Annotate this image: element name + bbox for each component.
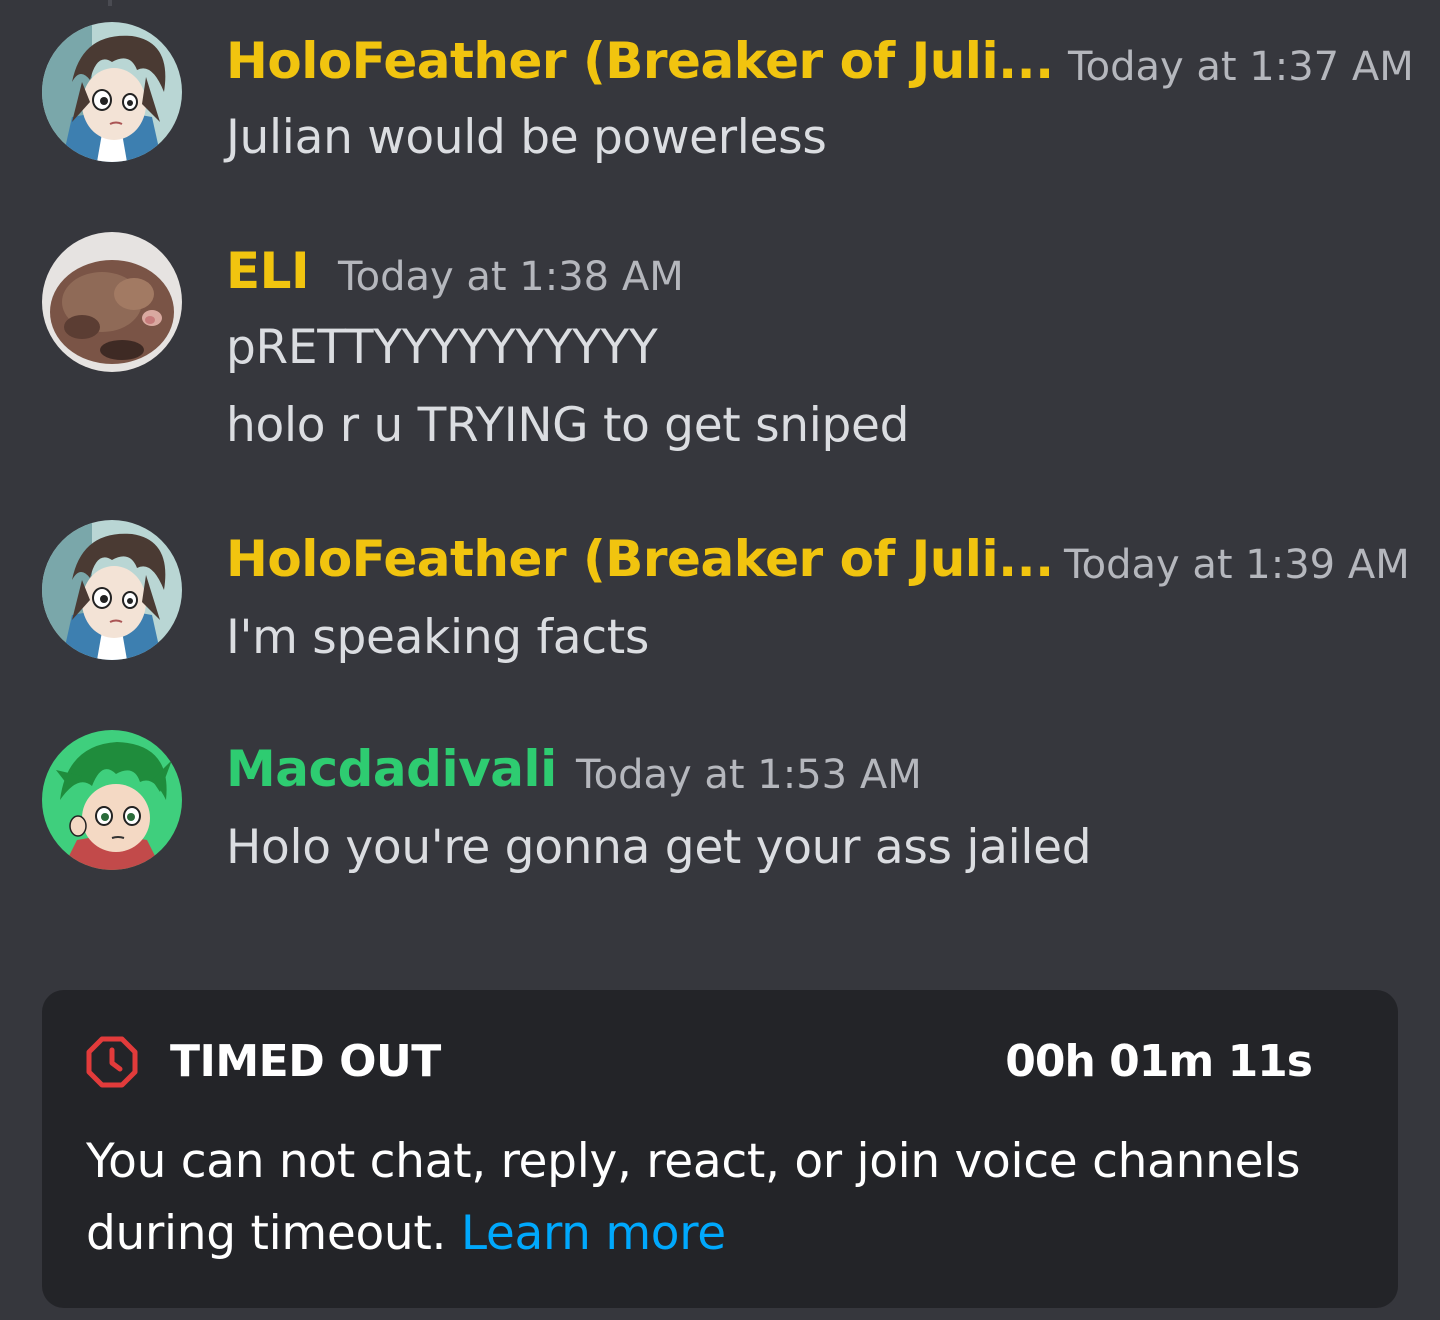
- message-text: pRETTYYYYYYYYYY: [226, 320, 658, 375]
- timeout-countdown: 00h 01m 11s: [1005, 1036, 1313, 1087]
- scroll-divider: [108, 0, 112, 6]
- holofeather-avatar[interactable]: [42, 22, 182, 162]
- holofeather-avatar[interactable]: [42, 520, 182, 660]
- timeout-banner: TIMED OUT 00h 01m 11s You can not chat, …: [42, 990, 1398, 1308]
- chat-message-list: HoloFeather (Breaker of Juli... Today at…: [0, 0, 1440, 1320]
- message-text: Julian would be powerless: [226, 110, 827, 165]
- timeout-description: You can not chat, reply, react, or join …: [86, 1126, 1346, 1270]
- message-author[interactable]: Macdadivali: [226, 740, 557, 798]
- message-timestamp: Today at 1:37 AM: [1068, 44, 1414, 90]
- message-timestamp: Today at 1:39 AM: [1064, 542, 1410, 588]
- timeout-title: TIMED OUT: [170, 1036, 441, 1087]
- message-author[interactable]: HoloFeather (Breaker of Juli...: [226, 32, 1054, 90]
- message-timestamp: Today at 1:53 AM: [576, 752, 922, 798]
- message-author[interactable]: HoloFeather (Breaker of Juli...: [226, 530, 1054, 588]
- eli-avatar[interactable]: [42, 232, 182, 372]
- message-text: Holo you're gonna get your ass jailed: [226, 820, 1092, 875]
- macdadivali-avatar[interactable]: [42, 730, 182, 870]
- clock-stop-icon: [86, 1036, 138, 1088]
- message-author[interactable]: ELI: [226, 242, 310, 300]
- message-text: I'm speaking facts: [226, 610, 650, 665]
- message-timestamp: Today at 1:38 AM: [338, 254, 684, 300]
- message-text: holo r u TRYING to get sniped: [226, 398, 910, 453]
- learn-more-link[interactable]: Learn more: [461, 1206, 726, 1261]
